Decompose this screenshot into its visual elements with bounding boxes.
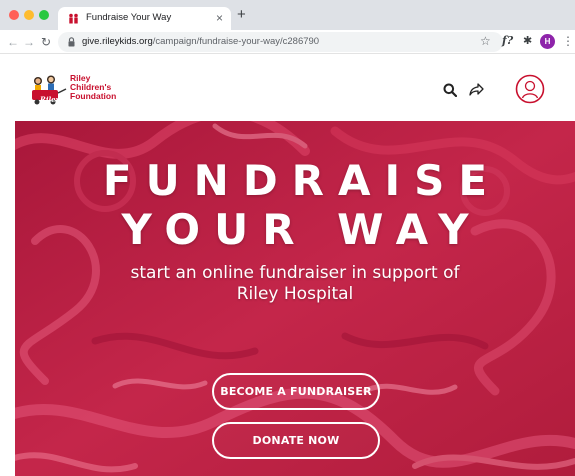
- hero-subtitle-line-1: start an online fundraiser in support of: [130, 263, 460, 283]
- hero-subtitle-line-2: Riley Hospital: [236, 284, 354, 304]
- site-header: Riley Riley Children's Foundation: [0, 55, 575, 121]
- browser-toolbar: ← → ↻ give.rileykids.org/campaign/fundra…: [0, 30, 575, 54]
- donate-now-button[interactable]: DONATE NOW: [212, 422, 380, 459]
- hero-banner: FUNDRAISE YOUR WAY start an online fundr…: [15, 121, 575, 476]
- profile-avatar[interactable]: H: [540, 34, 555, 49]
- address-bar[interactable]: give.rileykids.org/campaign/fundraise-yo…: [58, 32, 503, 52]
- hero-title-line-1: FUNDRAISE: [102, 156, 502, 205]
- forward-arrow-icon[interactable]: →: [23, 34, 35, 50]
- menu-dots-icon[interactable]: ⋮: [562, 33, 574, 49]
- favicon-icon: [69, 13, 78, 24]
- become-fundraiser-button[interactable]: BECOME A FUNDRAISER: [212, 373, 380, 410]
- logo-wagon-text: Riley: [40, 95, 60, 104]
- window-zoom-button[interactable]: [39, 10, 49, 20]
- tab-title: Fundraise Your Way: [86, 12, 172, 23]
- browser-tab-strip: Fundraise Your Way × +: [0, 0, 575, 30]
- extension-f-icon[interactable]: f?: [502, 33, 513, 49]
- new-tab-button[interactable]: +: [237, 7, 246, 23]
- logo-text: Riley Children's Foundation: [70, 74, 116, 101]
- logo-line-3: Foundation: [70, 91, 117, 101]
- account-icon[interactable]: [515, 74, 545, 104]
- url-path: /campaign/fundraise-your-way/c286790: [152, 36, 320, 47]
- hero-title-line-2: YOUR WAY: [121, 205, 483, 254]
- lock-icon: [68, 37, 75, 47]
- tab-close-icon[interactable]: ×: [216, 10, 223, 26]
- search-icon[interactable]: [443, 83, 457, 97]
- url-text: give.rileykids.org/campaign/fundraise-yo…: [82, 36, 319, 47]
- back-arrow-icon[interactable]: ←: [7, 34, 19, 50]
- star-icon[interactable]: ☆: [480, 33, 491, 49]
- window-close-button[interactable]: [9, 10, 19, 20]
- puzzle-icon[interactable]: ✱: [523, 33, 532, 49]
- share-icon[interactable]: [469, 83, 484, 96]
- browser-tab[interactable]: Fundraise Your Way ×: [58, 7, 231, 30]
- url-host: give.rileykids.org: [82, 36, 153, 47]
- reload-icon[interactable]: ↻: [41, 34, 51, 50]
- window-minimize-button[interactable]: [24, 10, 34, 20]
